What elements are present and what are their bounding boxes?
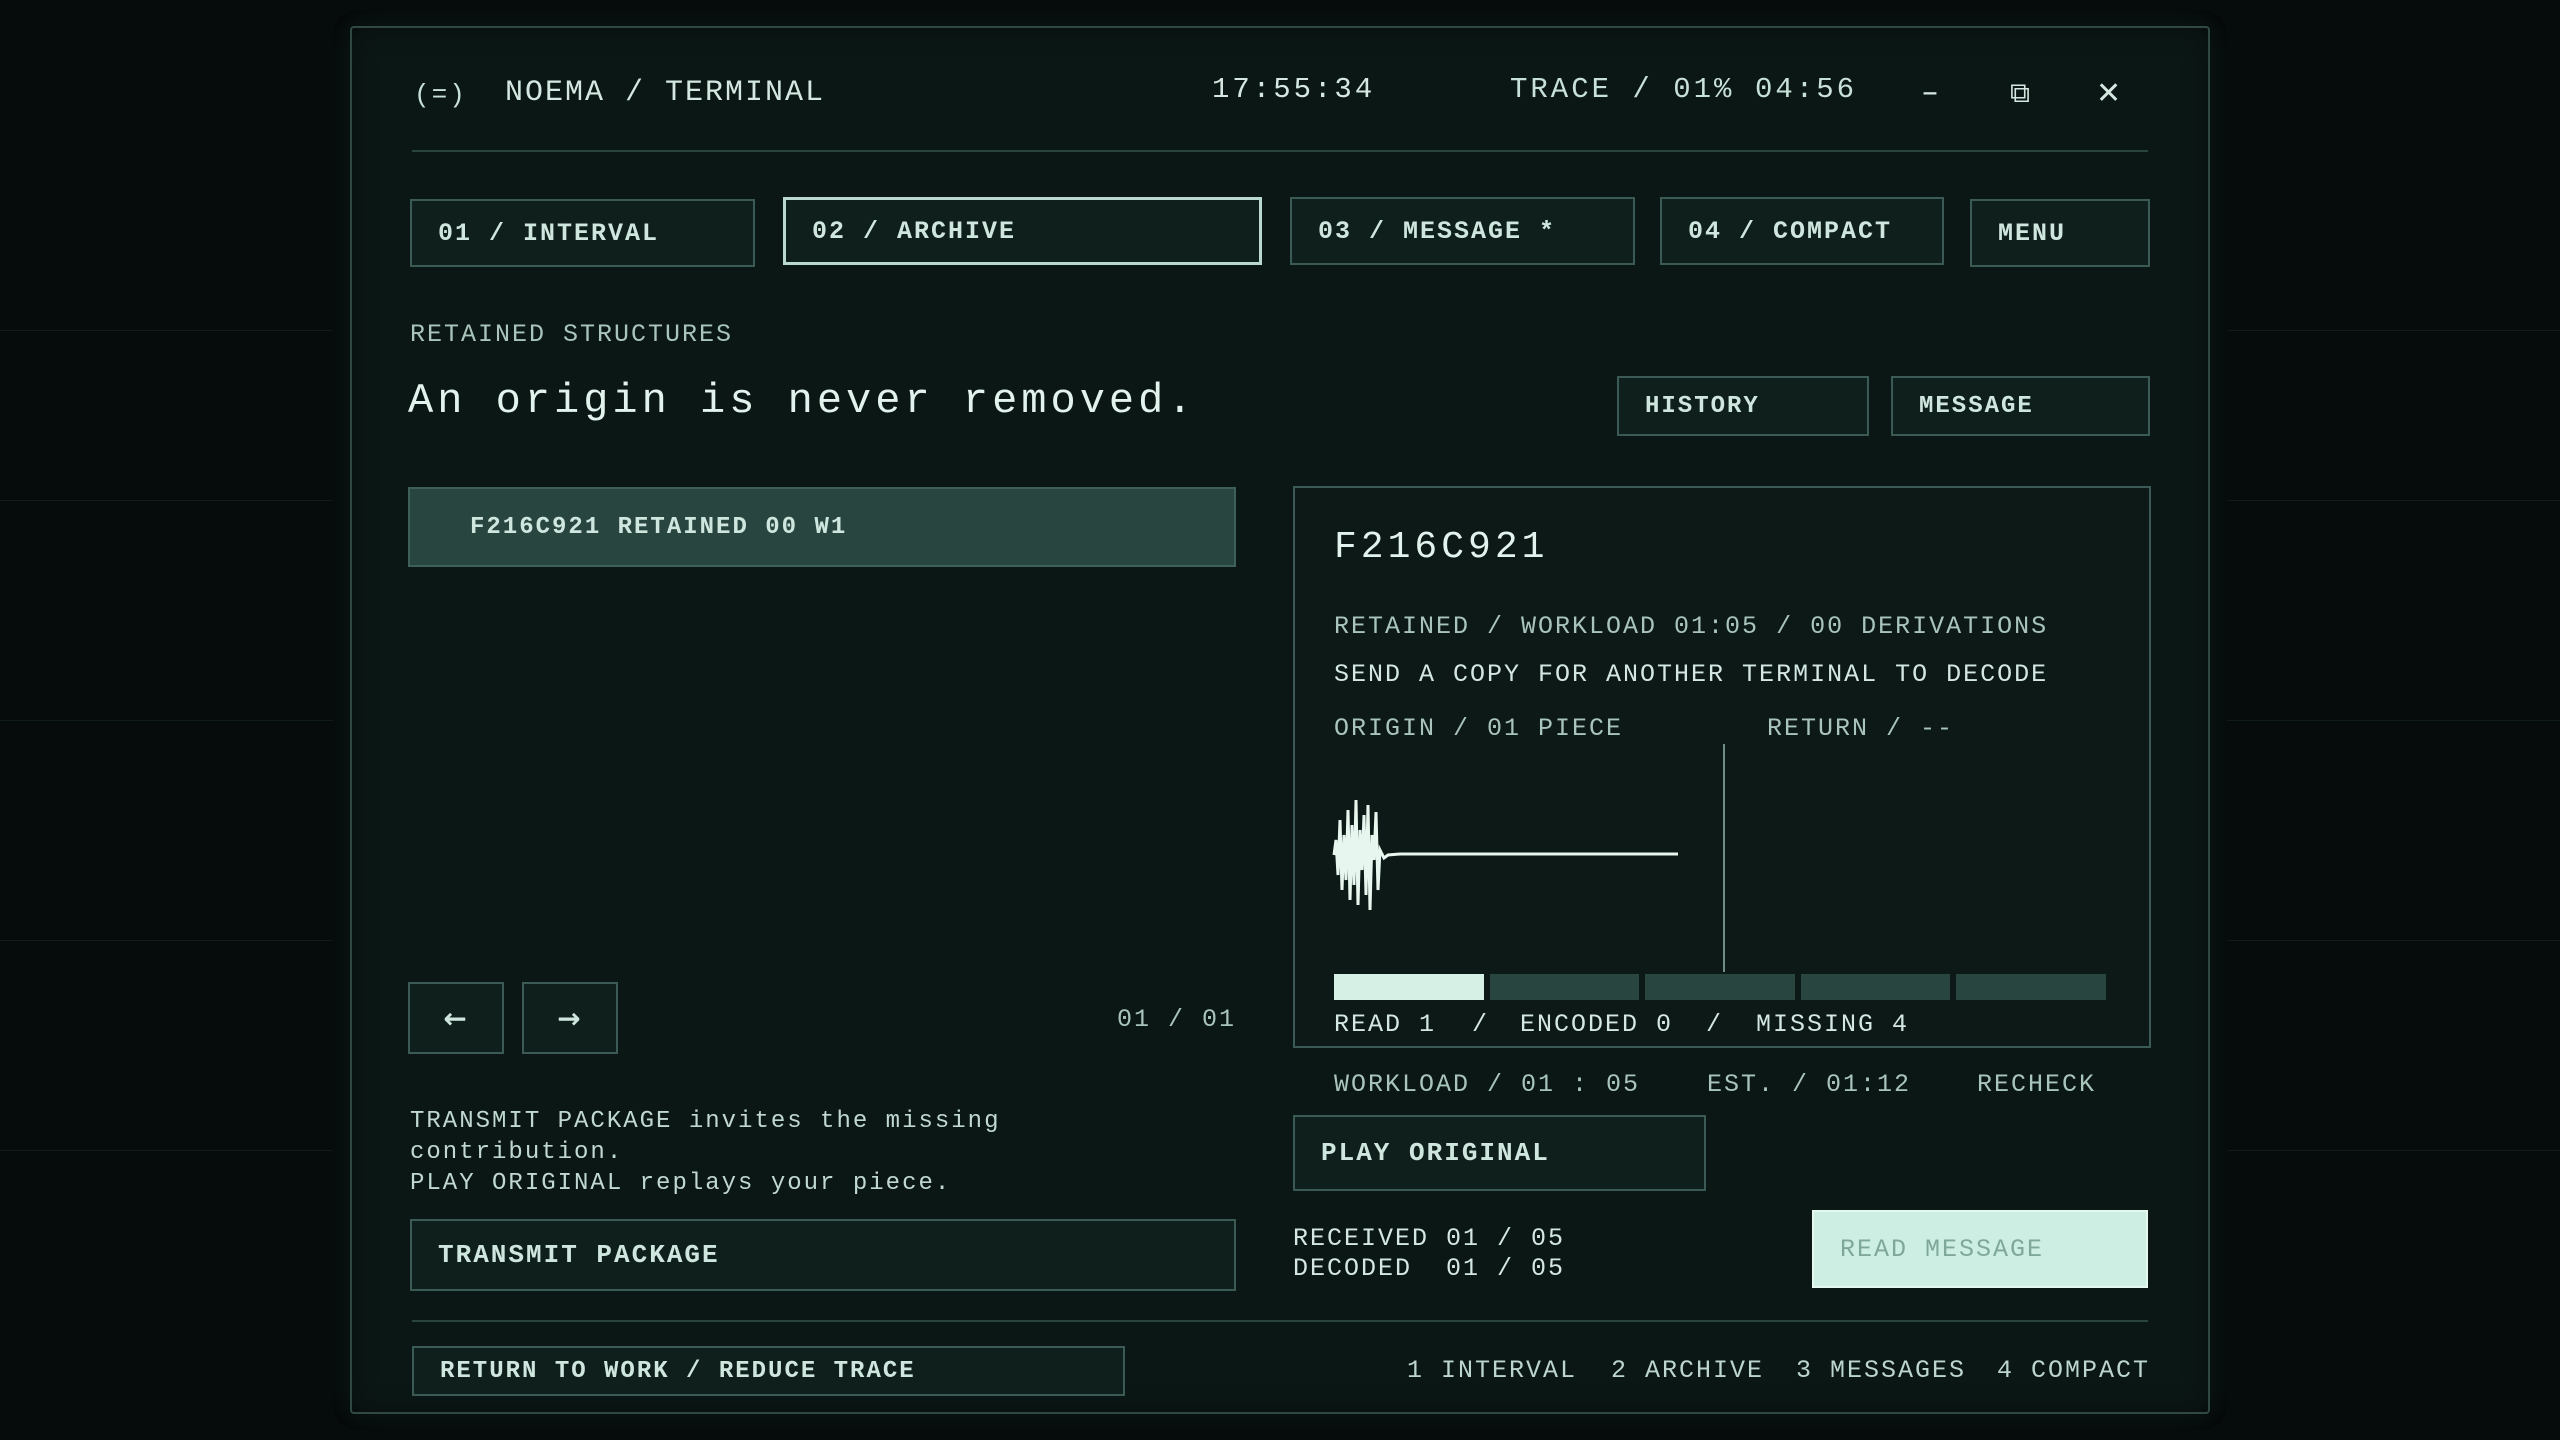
restore-icon[interactable]: ⧉ <box>2010 76 2030 110</box>
help-line-3: PLAY ORIGINAL replays your piece. <box>410 1170 952 1197</box>
list-item[interactable]: F216C921 RETAINED 00 W1 <box>408 487 1236 567</box>
message-button[interactable]: MESSAGE <box>1891 376 2150 436</box>
status-read: READ 1 <box>1334 1010 1437 1039</box>
menu-button[interactable]: MENU <box>1970 199 2150 267</box>
shortcut-messages[interactable]: 3 MESSAGES <box>1796 1356 1966 1385</box>
footer-divider <box>412 1320 2148 1322</box>
header-divider <box>412 150 2148 152</box>
prev-page-button[interactable]: ← <box>408 982 504 1054</box>
waveform-display <box>1332 744 1725 972</box>
progress-segment <box>1645 974 1795 1000</box>
detail-instruction: SEND A COPY FOR ANOTHER TERMINAL TO DECO… <box>1334 660 2049 689</box>
page-indicator: 01 / 01 <box>1117 1005 1237 1034</box>
trace-indicator: TRACE / 01% <box>1510 73 1735 106</box>
clock: 17:55:34 <box>1212 73 1376 106</box>
shortcut-archive[interactable]: 2 ARCHIVE <box>1611 1356 1764 1385</box>
window-title: NOEMA / TERMINAL <box>505 76 826 110</box>
progress-segment <box>1334 974 1484 1000</box>
read-message-button[interactable]: READ MESSAGE <box>1812 1210 2148 1288</box>
logo-icon: (=) <box>414 80 467 110</box>
arrow-left-icon: ← <box>443 1001 469 1035</box>
detail-id: F216C921 <box>1334 526 1549 569</box>
status-sep: / <box>1706 1010 1724 1039</box>
origin-label: ORIGIN / 01 PIECE <box>1334 714 1624 743</box>
play-original-button[interactable]: PLAY ORIGINAL <box>1293 1115 1706 1191</box>
tab-message[interactable]: 03 / MESSAGE * <box>1290 197 1635 265</box>
trace-timer: 04:56 <box>1755 73 1858 106</box>
received-count: RECEIVED 01 / 05 <box>1293 1224 1566 1253</box>
next-page-button[interactable]: → <box>522 982 618 1054</box>
help-line-2: contribution. <box>410 1139 624 1166</box>
close-icon[interactable]: ✕ <box>2096 76 2121 111</box>
tab-archive[interactable]: 02 / ARCHIVE <box>783 197 1262 265</box>
help-line-1: TRANSMIT PACKAGE invites the missing <box>410 1108 1001 1135</box>
progress-segment <box>1800 974 1951 1000</box>
detail-meta: RETAINED / WORKLOAD 01:05 / 00 DERIVATIO… <box>1334 612 2049 641</box>
shortcut-interval[interactable]: 1 INTERVAL <box>1407 1356 1577 1385</box>
status-missing: MISSING 4 <box>1756 1010 1910 1039</box>
decoded-count: DECODED 01 / 05 <box>1293 1254 1566 1283</box>
page-heading: An origin is never removed. <box>408 377 1197 425</box>
tab-compact[interactable]: 04 / COMPACT <box>1660 197 1944 265</box>
tab-interval[interactable]: 01 / INTERVAL <box>410 199 755 267</box>
arrow-right-icon: → <box>557 1001 583 1035</box>
origin-waveform <box>1332 799 1678 911</box>
return-to-work-button[interactable]: RETURN TO WORK / REDUCE TRACE <box>412 1346 1125 1396</box>
workload-readout: WORKLOAD / 01 : 05 <box>1334 1070 1641 1099</box>
recheck-link[interactable]: RECHECK <box>1977 1070 2096 1099</box>
history-button[interactable]: HISTORY <box>1617 376 1869 436</box>
section-label: RETAINED STRUCTURES <box>410 320 734 349</box>
progress-segment <box>1956 974 2106 1000</box>
status-encoded: ENCODED 0 <box>1520 1010 1674 1039</box>
return-label: RETURN / -- <box>1767 714 1955 743</box>
transmit-package-button[interactable]: TRANSMIT PACKAGE <box>410 1219 1236 1291</box>
minimize-icon[interactable]: – <box>1922 72 1938 110</box>
progress-segment <box>1489 974 1640 1000</box>
estimate-readout: EST. / 01:12 <box>1707 1070 1912 1099</box>
shortcut-compact[interactable]: 4 COMPACT <box>1997 1356 2150 1385</box>
status-sep: / <box>1472 1010 1490 1039</box>
